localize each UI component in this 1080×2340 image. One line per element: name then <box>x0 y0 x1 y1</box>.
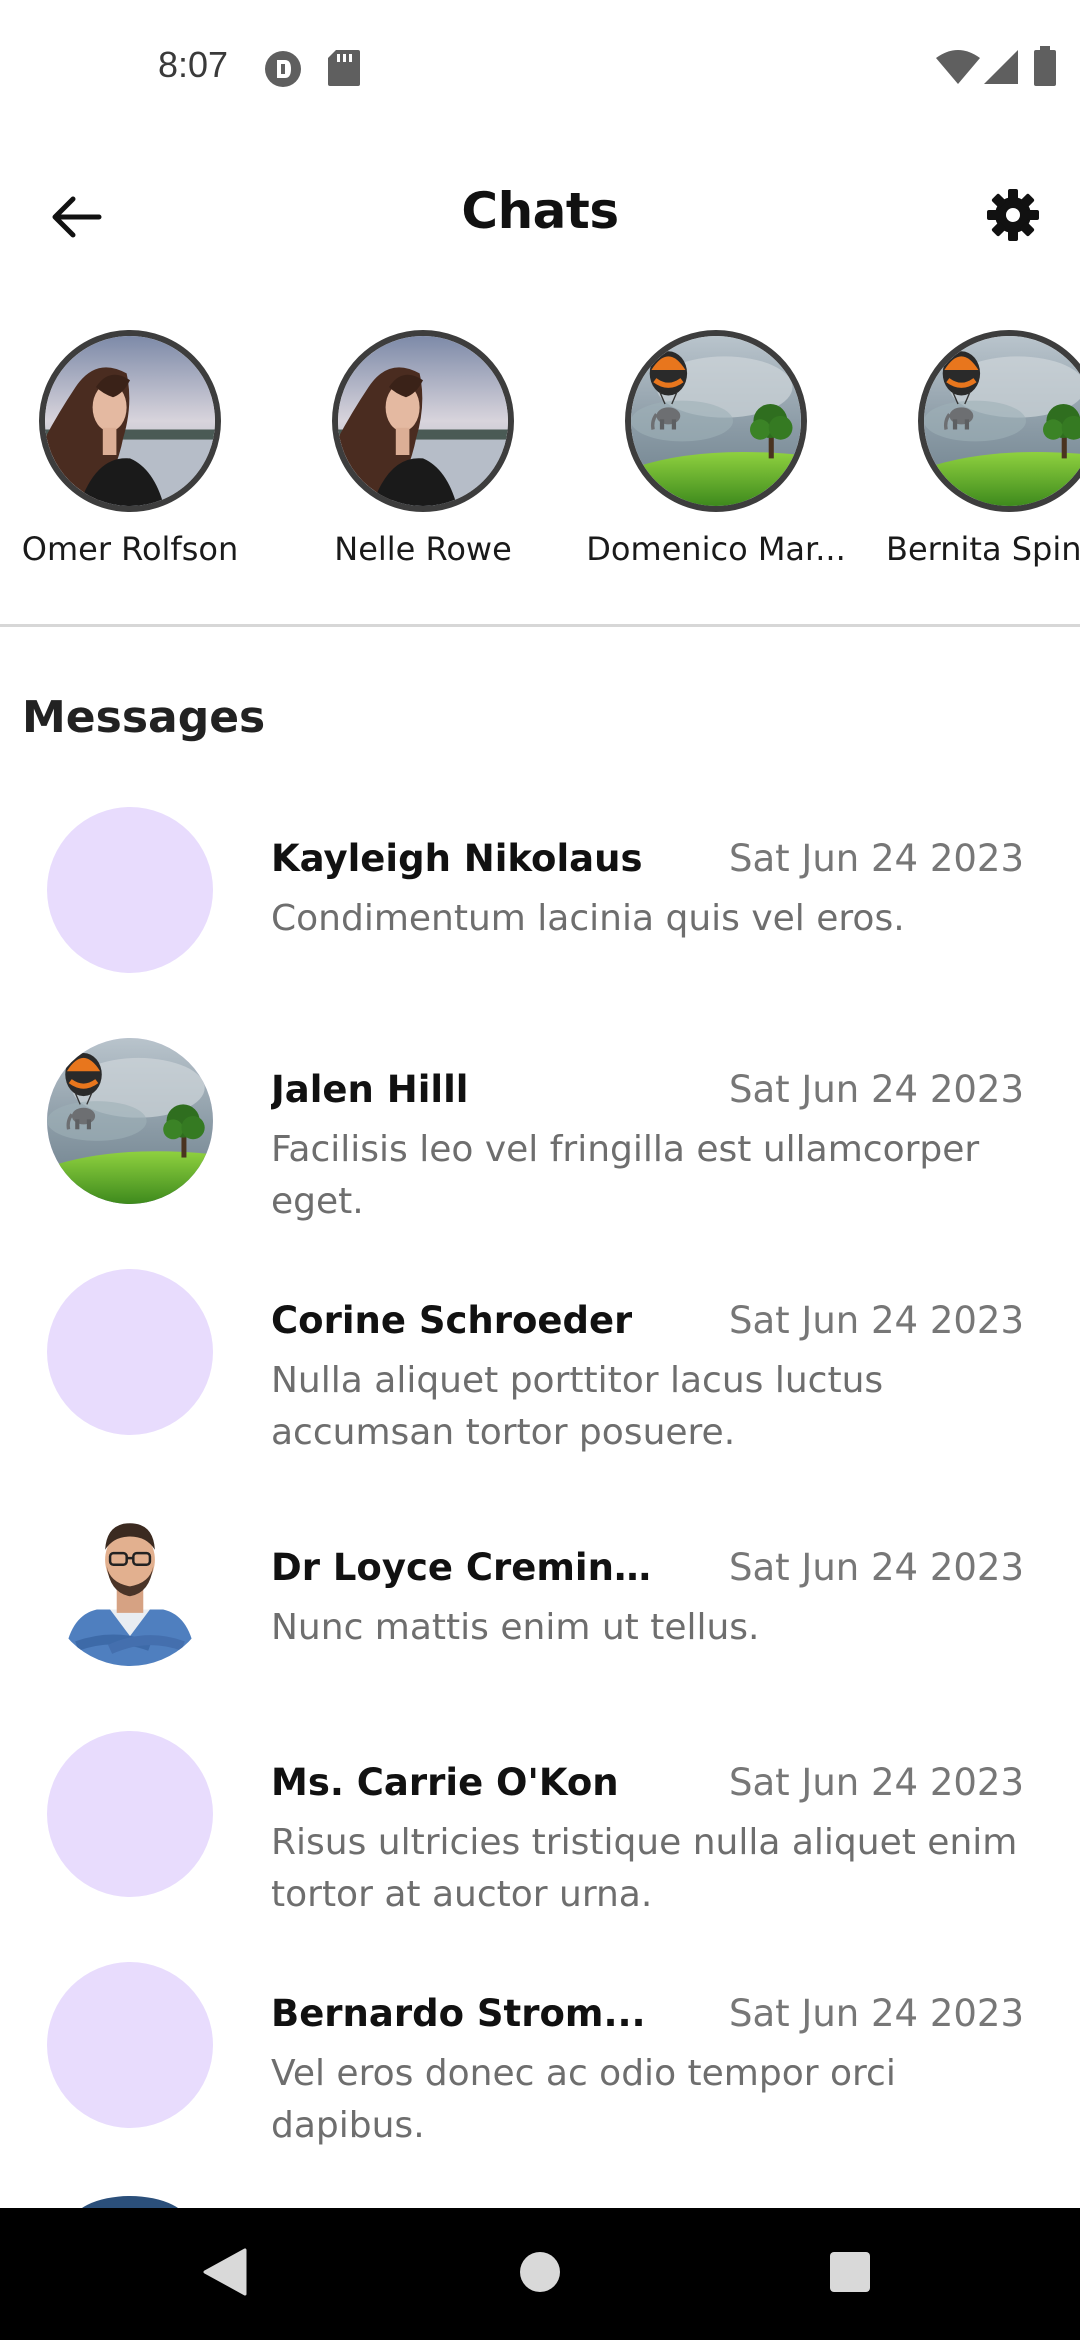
avatar <box>918 330 1080 512</box>
list-item[interactable]: Ms. Carrie O'Kon Sat Jun 24 2023 Risus u… <box>0 1731 1080 1931</box>
story-name: Bernita Spink <box>886 530 1080 568</box>
message-preview: Nunc mattis enim ut tellus. <box>271 1607 760 1648</box>
home-circle-icon <box>518 2250 562 2299</box>
avatar <box>47 1962 213 2128</box>
contact-name: Jalen Hilll <box>271 1068 469 1111</box>
data-saver-icon <box>264 50 302 88</box>
avatar <box>625 330 807 512</box>
message-preview: Condimentum lacinia quis vel eros. <box>271 898 905 939</box>
recents-square-icon <box>828 2250 872 2299</box>
contact-name: Corine Schroeder <box>271 1299 633 1342</box>
system-nav-bar <box>0 2208 1080 2340</box>
avatar <box>47 807 213 973</box>
contact-name: Bernardo Strom... <box>271 1992 646 2035</box>
story-name: Domenico Mar... <box>586 530 846 568</box>
contact-name: Dr Loyce Cremin... <box>271 1546 651 1589</box>
story-item[interactable]: Bernita Spink <box>879 330 1080 568</box>
story-name: Omer Rolfson <box>21 530 239 568</box>
page-title: Chats <box>461 182 619 240</box>
avatar <box>47 1269 213 1435</box>
battery-icon <box>1034 46 1056 86</box>
status-time: 8:07 <box>158 44 229 85</box>
message-preview: Nulla aliquet porttitor lacus luctus acc… <box>271 1360 884 1453</box>
avatar <box>39 330 221 512</box>
story-name: Nelle Rowe <box>334 530 512 568</box>
avatar <box>47 1731 213 1897</box>
stories-row: Omer Rolfson Nelle Rowe Domenico Mar... … <box>0 330 1080 590</box>
list-item[interactable] <box>0 2192 1080 2208</box>
app-bar: Chats <box>0 160 1080 270</box>
story-item[interactable]: Domenico Mar... <box>586 330 846 568</box>
message-preview: Facilisis leo vel fringilla est ullamcor… <box>271 1129 980 1222</box>
wifi-icon <box>936 50 980 84</box>
story-item[interactable]: Omer Rolfson <box>0 330 260 568</box>
gear-icon <box>985 187 1041 248</box>
avatar <box>47 1038 213 1204</box>
nav-recents-button[interactable] <box>775 2208 925 2340</box>
contact-name: Ms. Carrie O'Kon <box>271 1761 619 1804</box>
message-preview: Vel eros donec ac odio tempor orci dapib… <box>271 2053 896 2146</box>
story-item[interactable]: Nelle Rowe <box>293 330 553 568</box>
list-item[interactable]: Jalen Hilll Sat Jun 24 2023 Facilisis le… <box>0 1038 1080 1238</box>
message-preview: Risus ultricies tristique nulla aliquet … <box>271 1822 1018 1915</box>
message-date: Sat Jun 24 2023 <box>728 1068 1024 1111</box>
nav-home-button[interactable] <box>465 2208 615 2340</box>
avatar <box>332 330 514 512</box>
messages-heading: Messages <box>22 692 266 743</box>
avatar <box>70 2196 190 2208</box>
nav-back-button[interactable] <box>150 2208 300 2340</box>
signal-icon <box>984 50 1018 84</box>
status-bar: 8:07 <box>0 0 1080 136</box>
back-triangle-icon <box>203 2248 247 2301</box>
list-item[interactable]: Bernardo Strom... Sat Jun 24 2023 Vel er… <box>0 1962 1080 2162</box>
list-item[interactable]: Dr Loyce Cremin... Sat Jun 24 2023 Nunc … <box>0 1500 1080 1680</box>
message-date: Sat Jun 24 2023 <box>728 1992 1024 2035</box>
sd-card-icon <box>328 50 360 86</box>
list-item[interactable]: Kayleigh Nikolaus Sat Jun 24 2023 Condim… <box>0 807 1080 997</box>
contact-name: Kayleigh Nikolaus <box>271 837 643 880</box>
message-date: Sat Jun 24 2023 <box>728 1546 1024 1589</box>
list-item[interactable]: Corine Schroeder Sat Jun 24 2023 Nulla a… <box>0 1269 1080 1469</box>
settings-button[interactable] <box>976 180 1050 254</box>
avatar <box>47 1500 213 1666</box>
message-date: Sat Jun 24 2023 <box>728 1299 1024 1342</box>
divider <box>0 624 1080 627</box>
message-date: Sat Jun 24 2023 <box>728 837 1024 880</box>
message-date: Sat Jun 24 2023 <box>728 1761 1024 1804</box>
